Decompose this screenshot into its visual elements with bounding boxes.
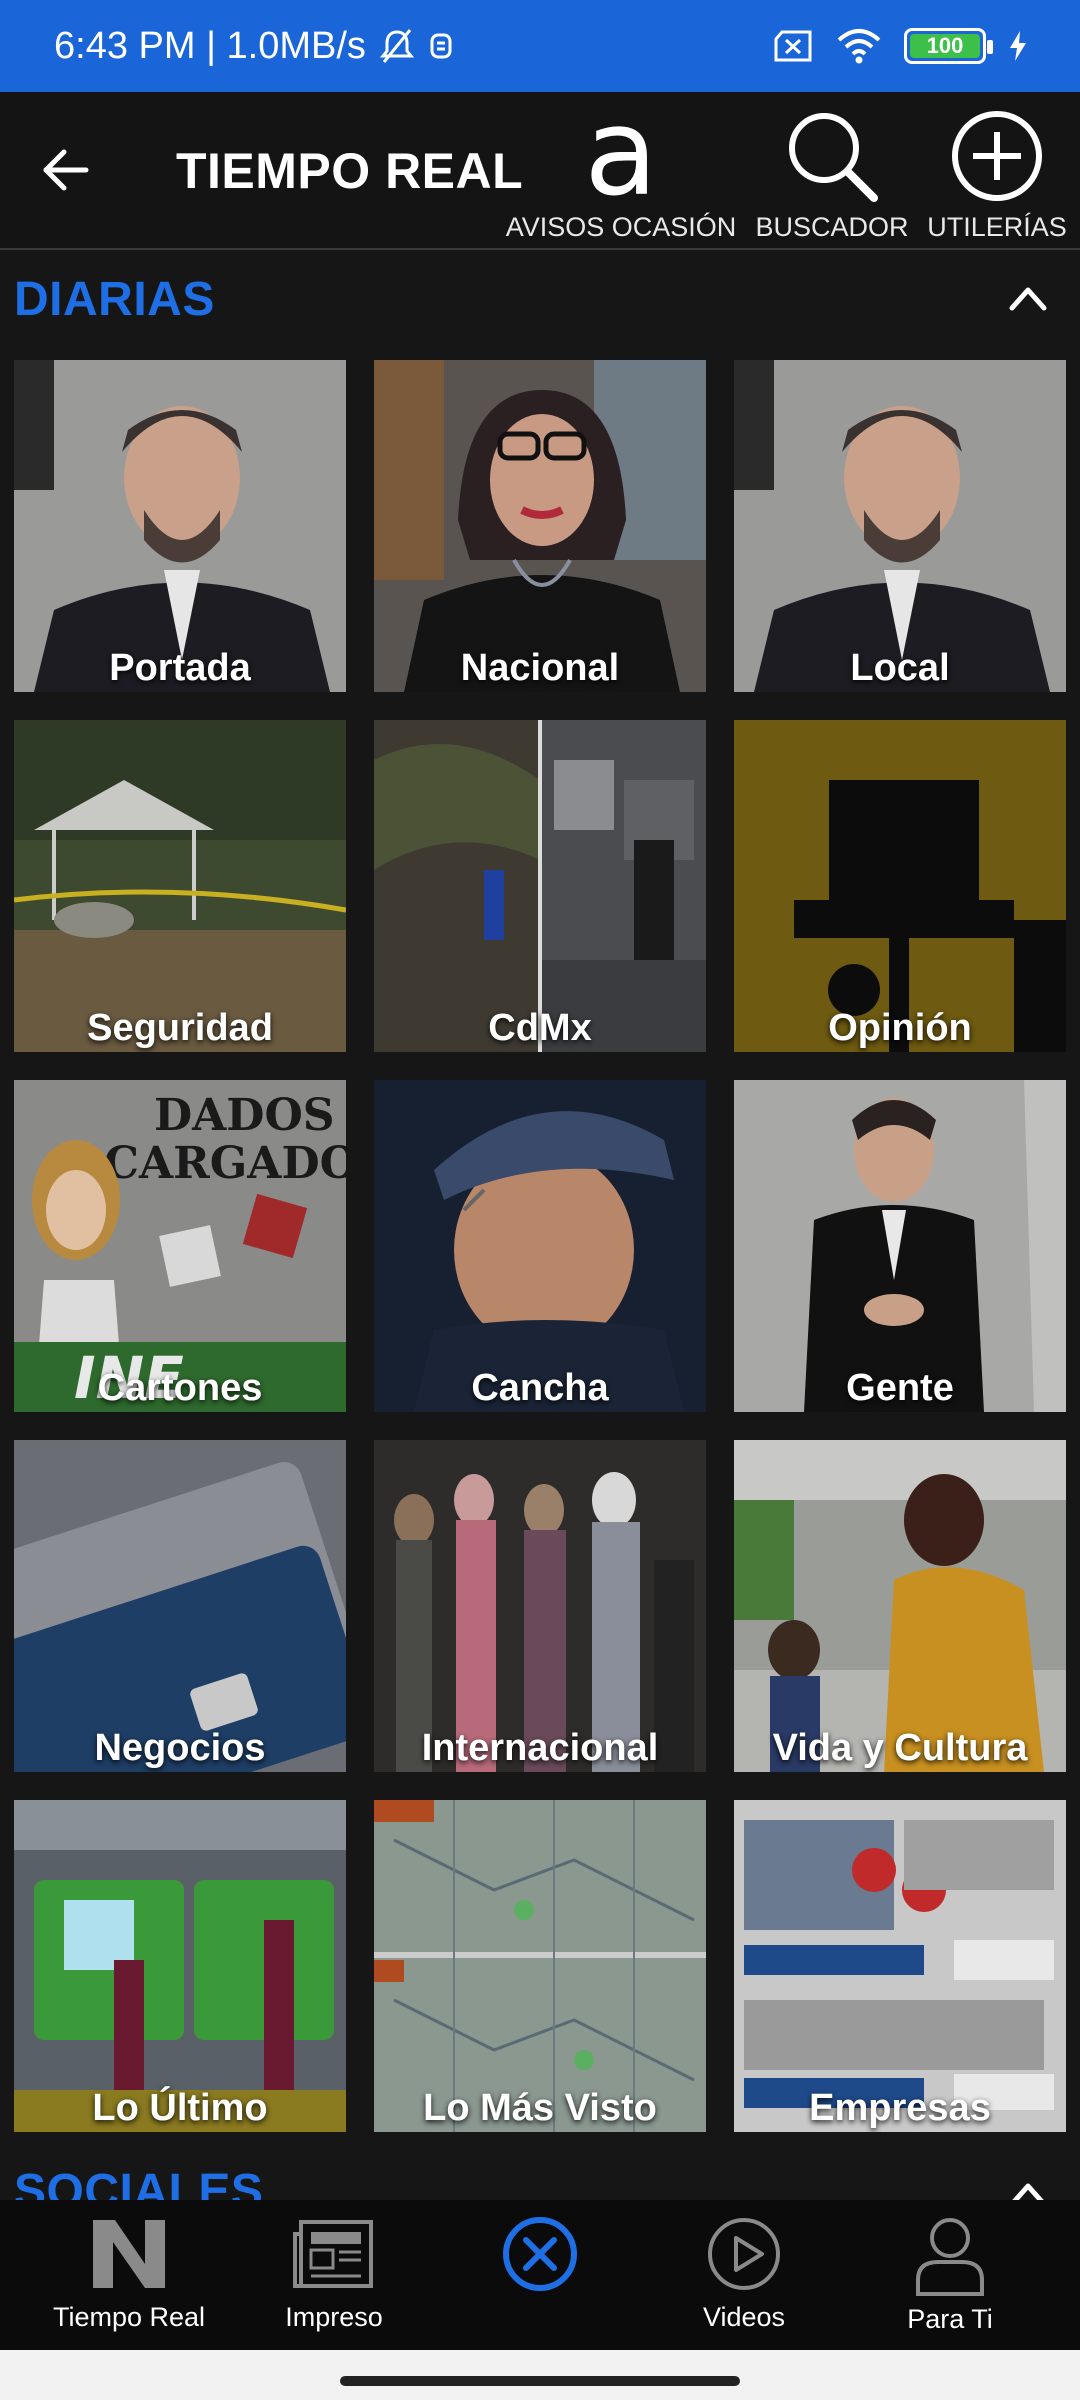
sim-off-icon <box>774 30 812 62</box>
avisos-ocasion-button[interactable]: a AVISOS OCASIÓN <box>506 84 737 243</box>
tile-label-lo-ultimo: Lo Último <box>92 2087 268 2129</box>
lo-ultimo-image <box>14 1800 346 2132</box>
nav-close-button[interactable] <box>478 2214 602 2294</box>
vida-cultura-image <box>734 1440 1066 1772</box>
status-time-speed: 6:43 PM | 1.0MB/s <box>54 24 366 67</box>
utilerias-button[interactable]: UTILERÍAS <box>926 106 1068 243</box>
wifi-icon <box>837 29 881 64</box>
newspaper-icon <box>293 2220 373 2288</box>
tile-label-lo-mas-visto: Lo Más Visto <box>423 2087 657 2129</box>
tile-label-local: Local <box>850 647 950 689</box>
alarm-icon <box>430 33 452 59</box>
close-circle-icon <box>503 2217 577 2291</box>
section-title-sociales: SOCIALES <box>14 2165 264 2200</box>
cancha-image <box>374 1080 706 1412</box>
battery-level: 100 <box>926 33 964 58</box>
nacional-image <box>374 360 706 692</box>
tile-label-empresas: Empresas <box>809 2087 991 2129</box>
chevron-up-icon[interactable] <box>1006 280 1050 316</box>
tile-lo-ultimo[interactable]: Lo Último <box>14 1800 346 2132</box>
tile-lo-mas-visto[interactable]: Lo Más Visto <box>374 1800 706 2132</box>
tile-label-gente: Gente <box>846 1367 954 1409</box>
internacional-image <box>374 1440 706 1772</box>
seguridad-image <box>14 720 346 1052</box>
tile-cdmx[interactable]: CdMx <box>374 720 706 1052</box>
portada-image <box>14 360 346 692</box>
tile-label-seguridad: Seguridad <box>87 1007 273 1049</box>
back-button[interactable] <box>34 138 98 202</box>
tile-local[interactable]: Local <box>734 360 1066 692</box>
tile-portada[interactable]: Portada <box>14 360 346 692</box>
bell-muted-icon <box>379 29 414 63</box>
status-left: 6:43 PM | 1.0MB/s <box>54 25 454 68</box>
tile-nacional[interactable]: Nacional <box>374 360 706 692</box>
category-grid: Portada Nacional Local Seguridad CdMx Op… <box>0 346 1080 2146</box>
nav-videos[interactable]: Videos <box>660 2214 828 2333</box>
lo-mas-visto-image <box>374 1800 706 2132</box>
nav-label-tiempo-real: Tiempo Real <box>52 2302 206 2332</box>
local-image <box>734 360 1066 692</box>
gente-image <box>734 1080 1066 1412</box>
user-icon <box>916 2218 984 2296</box>
tile-empresas[interactable]: Empresas <box>734 1800 1066 2132</box>
plus-circle-icon <box>952 111 1042 201</box>
tile-opinion[interactable]: Opinión <box>734 720 1066 1052</box>
nav-label-para-ti: Para Ti <box>907 2304 993 2334</box>
tile-label-cartones: Cartones <box>97 1367 263 1409</box>
arrow-left-icon <box>43 149 89 191</box>
buscador-label: BUSCADOR <box>755 212 909 242</box>
nav-para-ti[interactable]: Para Ti <box>866 2214 1034 2335</box>
tile-label-negocios: Negocios <box>94 1727 266 1769</box>
buscador-button[interactable]: BUSCADOR <box>755 106 909 243</box>
nav-impreso[interactable]: Impreso <box>250 2214 418 2333</box>
play-circle-icon <box>708 2218 780 2290</box>
chevron-up-icon[interactable] <box>1006 2176 1050 2200</box>
tile-label-cdmx: CdMx <box>488 1007 592 1049</box>
top-header: TIEMPO REAL a AVISOS OCASIÓN BUSCADOR UT… <box>0 92 1080 250</box>
tile-label-opinion: Opinión <box>828 1007 972 1049</box>
tile-label-internacional: Internacional <box>421 1727 659 1769</box>
svg-text:CARGADO: CARGADO <box>104 1138 346 1189</box>
tile-label-vida-cultura: Vida y Cultura <box>772 1727 1028 1769</box>
tile-negocios[interactable]: Negocios <box>14 1440 346 1772</box>
empresas-image <box>734 1800 1066 2132</box>
page-title: TIEMPO REAL <box>176 143 524 199</box>
section-title-diarias: DIARIAS <box>14 273 215 326</box>
nav-tiempo-real[interactable]: Tiempo Real <box>34 2214 224 2333</box>
system-nav-area <box>0 2350 1080 2400</box>
utilerias-label: UTILERÍAS <box>927 212 1067 242</box>
nav-label-impreso: Impreso <box>285 2302 383 2332</box>
battery-icon: 100 <box>904 28 993 64</box>
negocios-image <box>14 1440 346 1772</box>
tile-internacional[interactable]: Internacional <box>374 1440 706 1772</box>
tile-cancha[interactable]: Cancha <box>374 1080 706 1412</box>
avisos-ocasion-label: AVISOS OCASIÓN <box>505 212 737 242</box>
bottom-nav: Tiempo Real Impreso Videos Para Ti <box>0 2200 1080 2350</box>
status-right: 100 <box>772 28 1028 64</box>
n-logo-icon <box>93 2220 165 2288</box>
tile-label-cancha: Cancha <box>471 1367 609 1409</box>
nav-label-videos: Videos <box>702 2302 786 2332</box>
svg-text:DADOS: DADOS <box>154 1090 335 1141</box>
tile-label-portada: Portada <box>109 647 251 689</box>
section-header-diarias[interactable]: DIARIAS <box>0 250 1080 346</box>
search-icon <box>789 113 878 202</box>
cdmx-image <box>374 720 706 1052</box>
tile-seguridad[interactable]: Seguridad <box>14 720 346 1052</box>
tile-cartones[interactable]: DADOS CARGADO INE Cartones <box>14 1080 346 1412</box>
charging-icon <box>1010 31 1026 61</box>
tile-label-nacional: Nacional <box>460 647 620 689</box>
tile-gente[interactable]: Gente <box>734 1080 1066 1412</box>
cartones-image: DADOS CARGADO INE <box>14 1080 346 1412</box>
home-indicator[interactable] <box>340 2376 740 2386</box>
opinion-image <box>734 720 1066 1052</box>
section-header-sociales[interactable]: SOCIALES <box>0 2146 1080 2200</box>
tile-vida-cultura[interactable]: Vida y Cultura <box>734 1440 1066 1772</box>
status-bar: 6:43 PM | 1.0MB/s 100 <box>0 0 1080 92</box>
avisos-logo-icon: a <box>584 84 658 223</box>
